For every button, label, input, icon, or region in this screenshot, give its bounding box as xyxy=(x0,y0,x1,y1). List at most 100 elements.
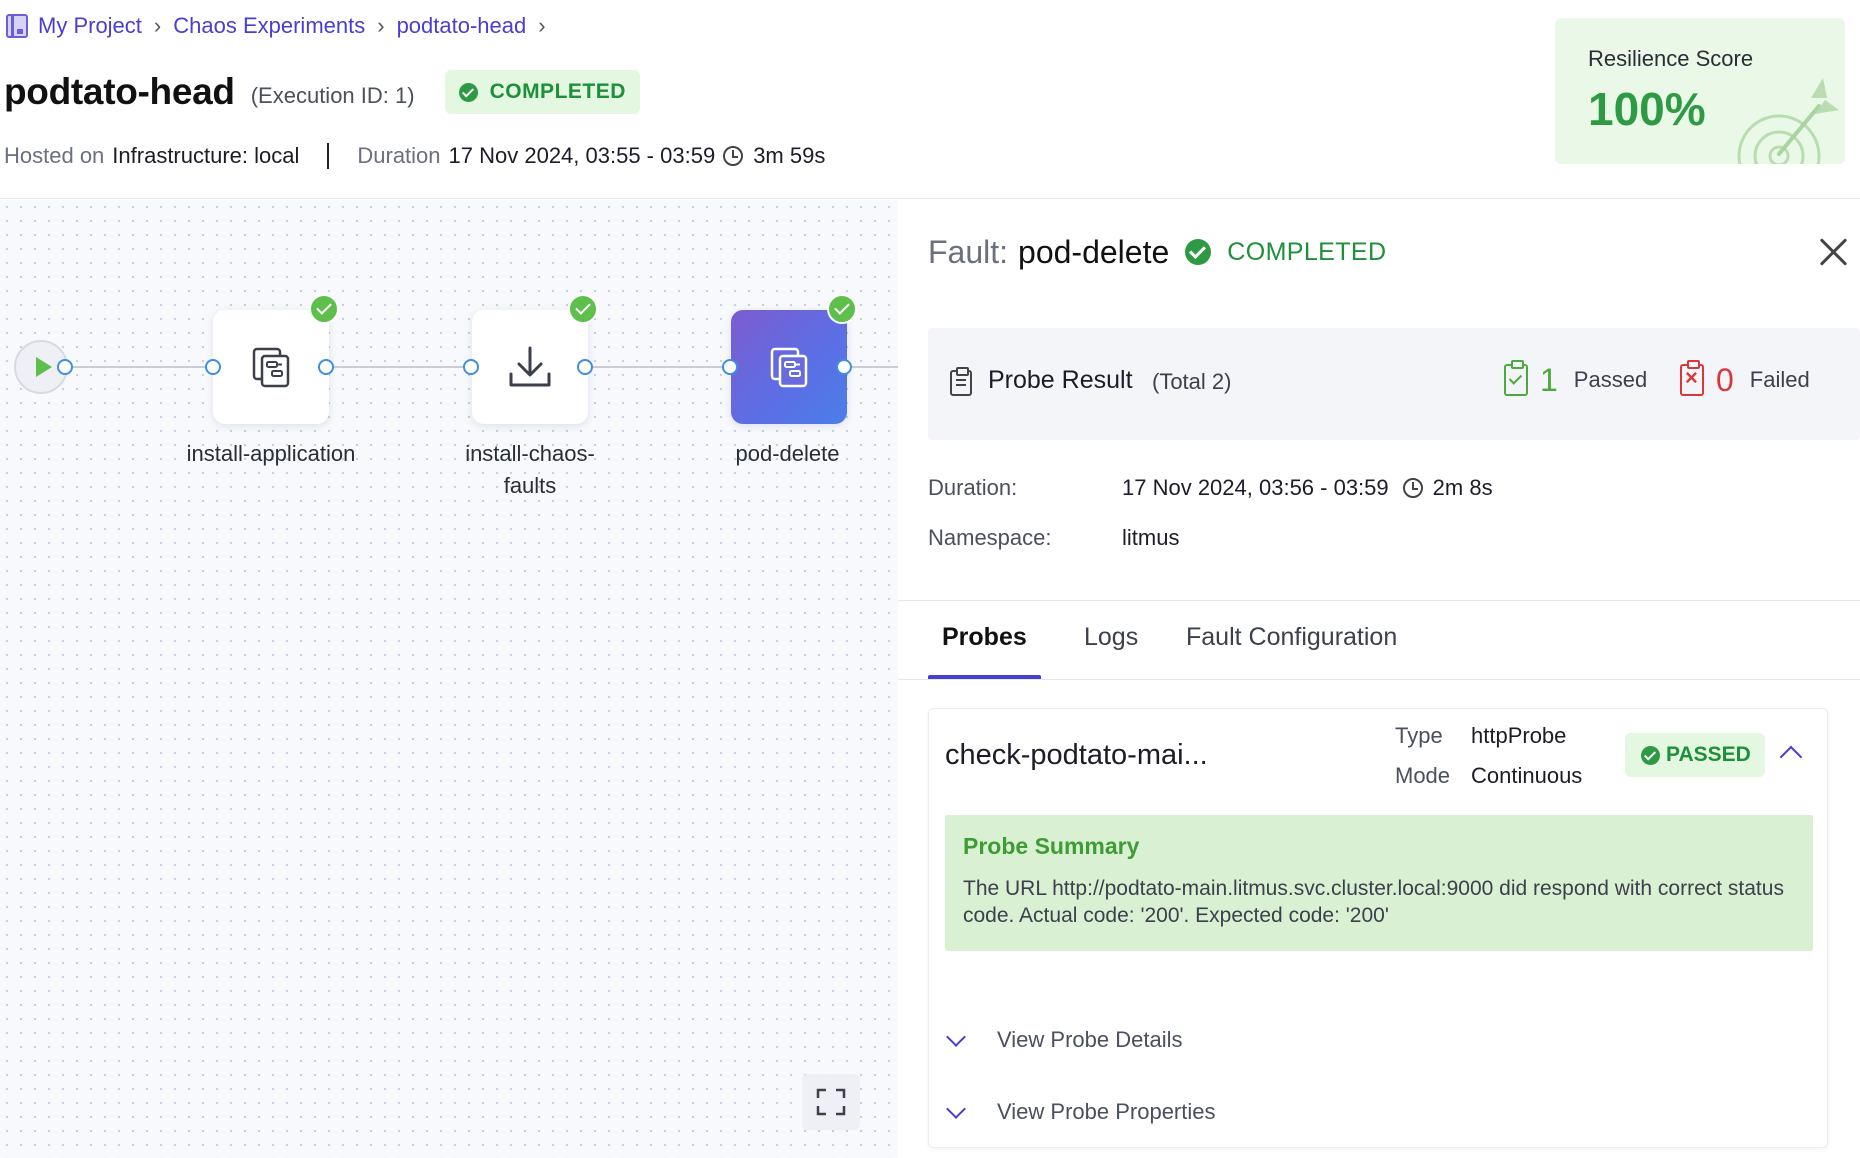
duration-range: 17 Nov 2024, 03:55 - 03:59 xyxy=(448,143,716,168)
tab-probes[interactable]: Probes xyxy=(928,623,1041,679)
node-label: install-application xyxy=(186,441,356,466)
view-probe-properties[interactable]: View Probe Properties xyxy=(945,1095,1216,1129)
edge xyxy=(852,366,898,368)
namespace-row: Namespace: litmus xyxy=(928,522,1179,554)
meta-row: Hosted on Infrastructure: local Duration… xyxy=(4,140,825,172)
probe-mode-label: Mode xyxy=(1395,763,1451,788)
chevron-right-icon: › xyxy=(153,13,162,38)
node-install-application[interactable] xyxy=(213,310,329,424)
clipboard-x-icon xyxy=(1680,360,1704,396)
node-port[interactable] xyxy=(722,359,738,375)
chevron-right-icon: › xyxy=(377,13,385,38)
project-icon xyxy=(6,14,28,38)
node-pod-delete[interactable] xyxy=(731,310,847,424)
clock-icon xyxy=(1402,478,1423,498)
node-port[interactable] xyxy=(57,359,73,375)
chevron-down-icon xyxy=(946,1099,966,1119)
probe-type-value: httpProbe xyxy=(1471,723,1567,748)
chevron-down-icon xyxy=(946,1027,966,1047)
node-label-line: install-chaos- xyxy=(465,441,595,466)
target-icon xyxy=(1737,78,1839,164)
node-port[interactable] xyxy=(463,359,479,375)
chevron-right-icon: › xyxy=(538,13,546,38)
namespace-value: litmus xyxy=(1122,525,1180,550)
title-row: podtato-head (Execution ID: 1) COMPLETED xyxy=(4,66,640,118)
node-port[interactable] xyxy=(836,359,852,375)
probe-summary: Probe Summary The URL http://podtato-mai… xyxy=(945,815,1813,951)
tab-logs[interactable]: Logs xyxy=(1070,623,1152,679)
execution-id: (Execution ID: 1) xyxy=(250,83,415,108)
probe-summary-title: Probe Summary xyxy=(963,833,1140,859)
node-completed-check-icon xyxy=(309,294,339,324)
fullscreen-icon xyxy=(816,1088,846,1116)
edge xyxy=(66,366,218,368)
probe-status-badge: PASSED xyxy=(1625,733,1765,777)
failed-count: 0 xyxy=(1716,361,1734,398)
tab-fault-configuration[interactable]: Fault Configuration xyxy=(1172,623,1411,679)
status-badge-label: COMPLETED xyxy=(489,80,626,103)
node-label: install-chaos- faults xyxy=(430,438,630,502)
probe-type-row: Type httpProbe xyxy=(1395,723,1566,749)
failed-label: Failed xyxy=(1749,367,1810,392)
probe-summary-text: The URL http://podtato-main.litmus.svc.c… xyxy=(963,877,1784,927)
panel-tabs: Probes Logs Fault Configuration xyxy=(898,600,1860,680)
breadcrumb-my-project[interactable]: My Project xyxy=(38,13,142,39)
passed-label: Passed xyxy=(1573,367,1648,392)
resilience-score-card: Resilience Score 100% xyxy=(1555,18,1845,164)
probe-result-summary: Probe Result (Total 2) 1 Passed 0 Failed xyxy=(928,328,1860,440)
node-install-chaos-faults[interactable] xyxy=(472,310,588,424)
view-probe-properties-label: View Probe Properties xyxy=(997,1099,1216,1124)
probe-result-total: (Total 2) xyxy=(1152,369,1232,394)
breadcrumb-chaos-experiments[interactable]: Chaos Experiments xyxy=(173,13,365,39)
fullscreen-button[interactable] xyxy=(802,1074,860,1130)
hosted-value: Infrastructure: local xyxy=(112,143,300,168)
resilience-score-value: 100% xyxy=(1588,83,1706,135)
fault-status-label: COMPLETED xyxy=(1227,237,1387,266)
probe-card: check-podtato-mai... Type httpProbe Mode… xyxy=(928,708,1828,1148)
check-circle-icon xyxy=(1641,745,1660,765)
probe-name: check-podtato-mai... xyxy=(945,739,1208,771)
probe-result-title: Probe Result xyxy=(988,366,1133,394)
fault-details-panel: Fault: pod-delete COMPLETED Probe Result… xyxy=(898,200,1860,1158)
node-label: pod-delete xyxy=(735,441,840,466)
edge xyxy=(332,366,472,368)
duration-value: 17 Nov 2024, 03:56 - 03:59 2m 8s xyxy=(1122,475,1493,501)
breadcrumb-podtato-head[interactable]: podtato-head xyxy=(397,13,527,39)
node-completed-check-icon xyxy=(827,294,857,324)
view-probe-details[interactable]: View Probe Details xyxy=(945,1023,1182,1057)
node-port[interactable] xyxy=(318,359,334,375)
namespace-label: Namespace: xyxy=(928,525,1052,550)
workflow-canvas[interactable]: install-application install-chaos- fault… xyxy=(0,200,898,1158)
node-completed-check-icon xyxy=(568,294,598,324)
fault-prefix: Fault: xyxy=(928,233,1009,270)
clock-icon xyxy=(723,146,744,166)
hosted-label: Hosted on xyxy=(4,143,105,168)
close-icon[interactable] xyxy=(1818,236,1850,268)
node-port[interactable] xyxy=(205,359,221,375)
duration-total: 3m 59s xyxy=(753,143,826,168)
passed-count: 1 xyxy=(1540,361,1558,398)
passed-stat: 1 Passed xyxy=(1504,360,1647,400)
failed-stat: 0 Failed xyxy=(1680,360,1810,400)
divider xyxy=(327,143,330,169)
fault-status: COMPLETED xyxy=(1185,238,1386,267)
duration-total: 2m 8s xyxy=(1432,475,1493,500)
probe-status-label: PASSED xyxy=(1666,743,1751,766)
node-port[interactable] xyxy=(577,359,593,375)
page-title: podtato-head xyxy=(4,71,235,112)
duration-row: Duration: 17 Nov 2024, 03:56 - 03:59 2m … xyxy=(928,472,1493,504)
probe-mode-value: Continuous xyxy=(1471,763,1583,788)
download-icon xyxy=(509,346,551,387)
chevron-up-icon[interactable] xyxy=(1779,745,1803,769)
breadcrumb: My Project › Chaos Experiments › podtato… xyxy=(6,10,558,42)
status-badge: COMPLETED xyxy=(444,70,640,114)
duration-label: Duration xyxy=(357,143,441,168)
probe-type-label: Type xyxy=(1395,723,1443,748)
fault-title: Fault: pod-delete COMPLETED xyxy=(928,230,1386,274)
page-header: My Project › Chaos Experiments › podtato… xyxy=(0,0,1860,199)
check-circle-icon xyxy=(458,82,478,102)
resilience-score-label: Resilience Score xyxy=(1588,46,1754,71)
node-label-line: faults xyxy=(503,473,557,498)
fault-name: pod-delete xyxy=(1018,233,1170,270)
probe-mode-row: Mode Continuous xyxy=(1395,763,1582,789)
